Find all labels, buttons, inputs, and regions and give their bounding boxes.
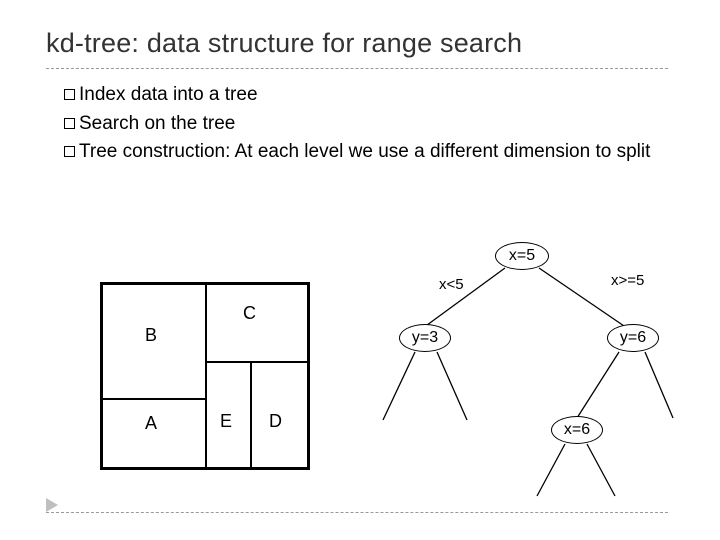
region-label-E: E — [220, 411, 232, 432]
bullet-item: Search on the tree — [64, 111, 660, 137]
tree-node-x6: x=6 — [551, 416, 603, 444]
bullet-text: Search on the tree — [79, 113, 235, 134]
region-label-B: B — [145, 325, 157, 346]
kd-tree-diagram: x=5 x<5 x>=5 y=3 y=6 x=6 — [355, 240, 690, 500]
slide-title: kd-tree: data structure for range search — [46, 28, 522, 59]
square-bullet-icon — [64, 146, 75, 157]
slide-marker-icon — [46, 498, 58, 512]
tree-edge-label-left: x<5 — [439, 276, 464, 293]
square-bullet-icon — [64, 89, 75, 100]
region-label-A: A — [145, 413, 157, 434]
tree-node-root: x=5 — [495, 242, 549, 270]
bullet-text: Index data into a tree — [79, 84, 258, 105]
partition-box: A B C E D — [100, 282, 310, 470]
tree-node-y3: y=3 — [399, 324, 451, 352]
region-label-D: D — [269, 411, 282, 432]
split-x6-right — [250, 361, 252, 467]
bullet-item: Tree construction: At each level we use … — [64, 139, 660, 165]
split-x5 — [205, 285, 207, 467]
bullet-text: Tree construction: At each level we use … — [79, 141, 650, 162]
footer-divider — [46, 512, 668, 513]
bullet-list: Index data into a tree Search on the tre… — [64, 82, 660, 168]
square-bullet-icon — [64, 118, 75, 129]
split-y6-right — [205, 361, 307, 363]
title-divider — [46, 68, 668, 69]
bullet-item: Index data into a tree — [64, 82, 660, 108]
tree-edge-label-right: x>=5 — [611, 272, 644, 289]
split-y3-left — [103, 398, 205, 400]
region-label-C: C — [243, 303, 256, 324]
tree-node-y6: y=6 — [607, 324, 659, 352]
